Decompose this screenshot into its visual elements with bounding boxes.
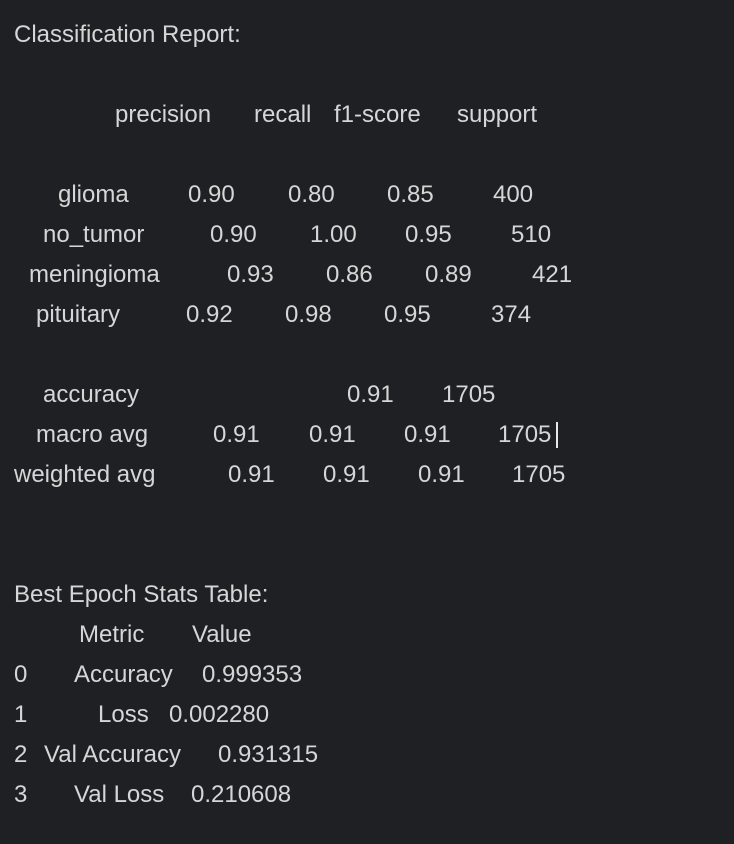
row-label: macro avg: [36, 421, 149, 448]
f1-value: 0.91: [404, 421, 451, 448]
epoch-header-row: Metric Value: [0, 615, 252, 655]
row-index: 2: [14, 741, 28, 768]
metric-value: 0.002280: [169, 701, 270, 728]
metric-value: 0.210608: [191, 781, 292, 808]
precision-value: 0.90: [188, 181, 235, 208]
epoch-row-0: 0 Accuracy 0.999353: [0, 655, 302, 695]
row-label: meningioma: [29, 261, 160, 288]
row-label: pituitary: [36, 301, 121, 328]
support-value: 1705: [442, 381, 496, 408]
epoch-row-3: 3 Val Loss 0.210608: [0, 775, 291, 815]
recall-value: 0.98: [285, 301, 332, 328]
col-header-recall: recall: [254, 101, 312, 128]
row-label: accuracy: [43, 381, 140, 408]
epoch-row-2: 2 Val Accuracy 0.931315: [0, 735, 318, 775]
report-heading-line: Classification Report:: [0, 15, 241, 55]
support-value: 1705: [498, 421, 552, 448]
report-row-accuracy: accuracy 0.91 1705: [0, 375, 495, 415]
epoch-heading: Best Epoch Stats Table:: [14, 581, 269, 608]
metric-value: 0.931315: [218, 741, 319, 768]
metric-name: Loss: [98, 701, 149, 728]
report-header-row: precision recall f1-score support: [0, 95, 537, 135]
support-value: 510: [511, 221, 552, 248]
f1-value: 0.95: [384, 301, 431, 328]
row-label: no_tumor: [43, 221, 145, 248]
report-row-no-tumor: no_tumor 0.90 1.00 0.95 510: [0, 215, 551, 255]
f1-value: 0.91: [418, 461, 465, 488]
report-row-weighted-avg: weighted avg 0.91 0.91 0.91 1705: [0, 455, 565, 495]
support-value: 374: [491, 301, 532, 328]
col-header-precision: precision: [115, 101, 212, 128]
col-header-support: support: [457, 101, 538, 128]
metric-name: Val Loss: [74, 781, 165, 808]
precision-value: 0.91: [213, 421, 260, 448]
report-row-meningioma: meningioma 0.93 0.86 0.89 421: [0, 255, 572, 295]
f1-value: 0.91: [347, 381, 394, 408]
f1-value: 0.85: [387, 181, 434, 208]
f1-value: 0.95: [405, 221, 452, 248]
recall-value: 0.91: [309, 421, 356, 448]
report-row-macro-avg: macro avg 0.91 0.91 0.91 1705: [0, 415, 558, 455]
support-value: 1705: [512, 461, 566, 488]
col-header-metric: Metric: [79, 621, 145, 648]
precision-value: 0.91: [228, 461, 275, 488]
recall-value: 0.91: [323, 461, 370, 488]
col-header-f1: f1-score: [334, 101, 421, 128]
recall-value: 0.80: [288, 181, 335, 208]
metric-name: Val Accuracy: [44, 741, 181, 768]
metric-value: 0.999353: [202, 661, 303, 688]
row-label: weighted avg: [14, 461, 156, 488]
row-index: 3: [14, 781, 28, 808]
row-index: 1: [14, 701, 28, 728]
recall-value: 0.86: [326, 261, 373, 288]
text-cursor: [556, 422, 558, 448]
row-label: glioma: [58, 181, 129, 208]
f1-value: 0.89: [425, 261, 472, 288]
support-value: 421: [532, 261, 573, 288]
epoch-row-1: 1 Loss 0.002280: [0, 695, 269, 735]
row-index: 0: [14, 661, 28, 688]
recall-value: 1.00: [310, 221, 357, 248]
report-row-pituitary: pituitary 0.92 0.98 0.95 374: [0, 295, 531, 335]
precision-value: 0.92: [186, 301, 233, 328]
console-output: Classification Report: precision recall …: [0, 0, 734, 844]
precision-value: 0.90: [210, 221, 257, 248]
precision-value: 0.93: [227, 261, 274, 288]
report-heading: Classification Report:: [14, 21, 241, 48]
epoch-heading-line: Best Epoch Stats Table:: [0, 575, 268, 615]
report-row-glioma: glioma 0.90 0.80 0.85 400: [0, 175, 533, 215]
metric-name: Accuracy: [74, 661, 173, 688]
support-value: 400: [493, 181, 534, 208]
col-header-value: Value: [192, 621, 252, 648]
